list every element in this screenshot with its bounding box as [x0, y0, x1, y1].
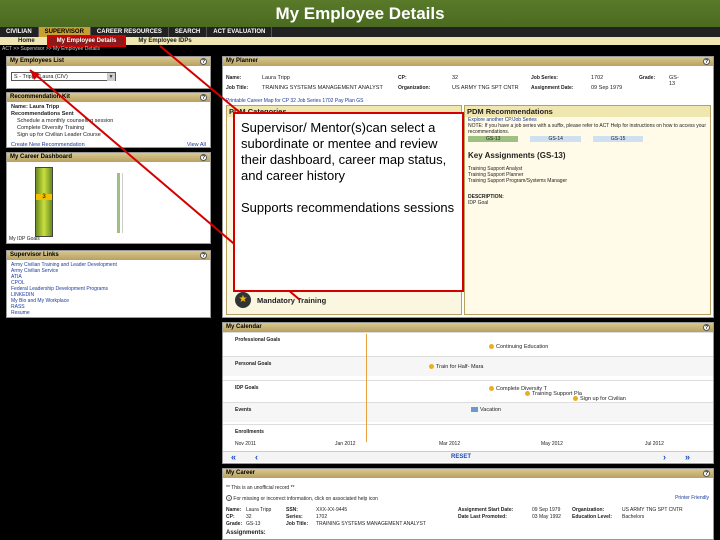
- callout-text: Supervisor/ Mentor(s)can select a subord…: [241, 120, 447, 183]
- callout-text: Supports recommendations sessions: [241, 200, 455, 215]
- callout-box: Supervisor/ Mentor(s)can select a subord…: [233, 112, 464, 292]
